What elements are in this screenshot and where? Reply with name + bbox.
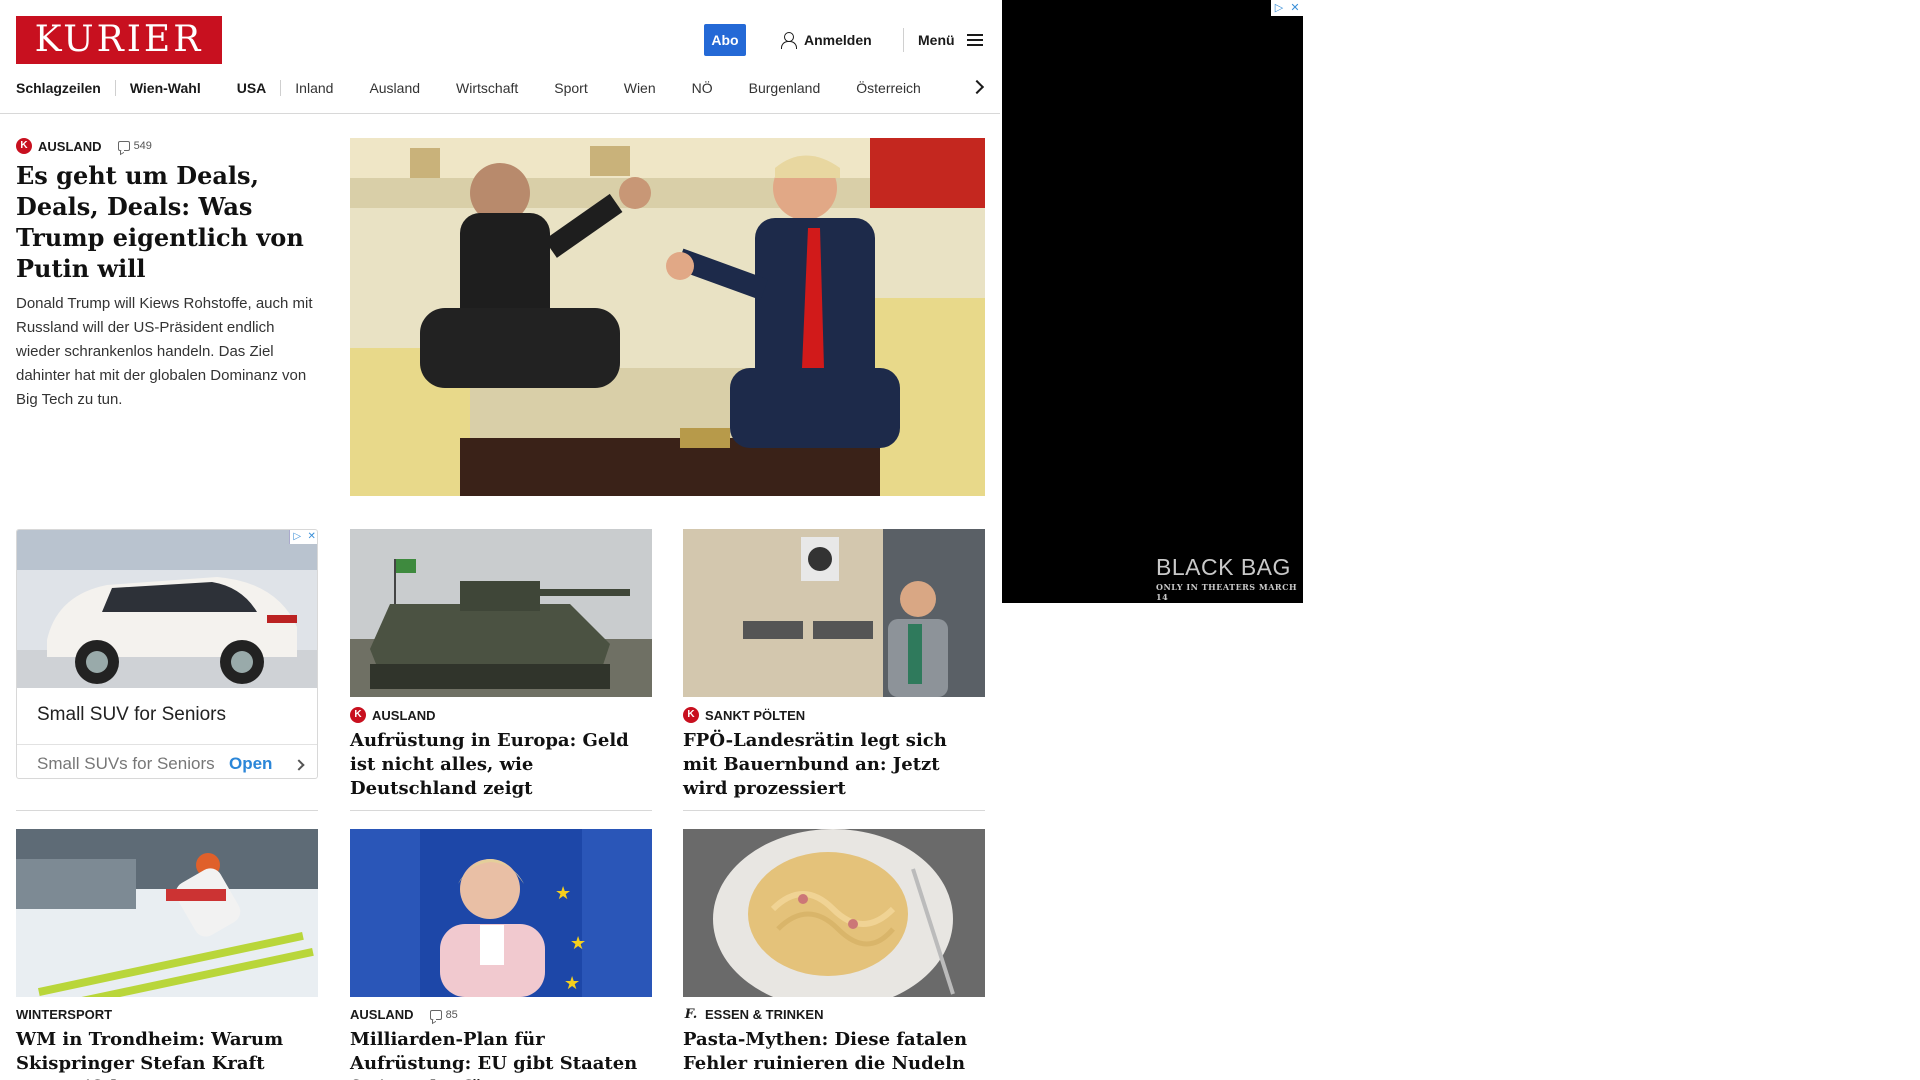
login-label: Anmelden (804, 32, 872, 48)
ad-open-button[interactable]: Open (229, 754, 272, 774)
row-divider (683, 810, 985, 811)
nav-item-inland[interactable]: Inland (295, 80, 333, 96)
nav-item-wien[interactable]: Wien (624, 80, 656, 96)
nav-item-wien-wahl[interactable]: Wien-Wahl (130, 80, 201, 96)
svg-text:★: ★ (564, 973, 580, 994)
card-headline[interactable]: Pasta-Mythen: Diese fatalen Fehler ruini… (683, 1028, 985, 1076)
row-divider (16, 810, 318, 811)
card-comment-count: 85 (445, 1008, 458, 1021)
svg-text:★: ★ (555, 883, 571, 904)
header-rule (0, 113, 1000, 114)
article-image-ski-jumper[interactable] (16, 829, 318, 997)
kurier-plus-icon: K (350, 707, 366, 723)
card-kicker: AUSLAND 85 (350, 1007, 652, 1022)
nav-divider (114, 80, 116, 96)
card-kicker: WINTERSPORT (16, 1007, 318, 1022)
skyscraper-ad[interactable]: ▷ ✕ BLACK BAG ONLY IN THEATERS MARCH 14 (1002, 0, 1303, 603)
article-image-pasta[interactable] (683, 829, 985, 997)
comment-icon (117, 141, 130, 151)
card-kicker: f. ESSEN & TRINKEN (683, 1007, 985, 1022)
card-kicker: K AUSLAND (350, 707, 652, 723)
card-headline[interactable]: FPÖ-Landesrätin legt sich mit Bauernbund… (683, 729, 985, 801)
ad-title[interactable]: Small SUV for Seniors (37, 704, 226, 726)
ad-subtitle: Small SUVs for Seniors (37, 754, 215, 773)
ad-divider (17, 744, 317, 745)
user-icon (780, 32, 797, 49)
nav-item-sport[interactable]: Sport (554, 80, 587, 96)
lead-headline[interactable]: Es geht um Deals, Deals, Deals: Was Trum… (16, 160, 316, 284)
abo-button[interactable]: Abo (704, 24, 746, 56)
article-image-von-der-leyen[interactable]: ★ ★ ★ (350, 829, 652, 997)
article-card[interactable]: K SANKT PÖLTEN FPÖ-Landesrätin legt sich… (683, 529, 985, 801)
kurier-plus-icon: K (683, 707, 699, 723)
card-section: SANKT PÖLTEN (705, 707, 806, 723)
article-card[interactable]: K AUSLAND Aufrüstung in Europa: Geld ist… (350, 529, 652, 801)
article-image-portrait[interactable] (683, 529, 985, 697)
ad-info-icon[interactable]: ▷ (290, 530, 305, 544)
row-divider (350, 810, 652, 811)
nav-divider (280, 80, 282, 96)
nav-item-oesterreich[interactable]: Österreich (856, 80, 921, 96)
hamburger-icon (966, 34, 983, 46)
ad-close-icon[interactable]: ✕ (305, 530, 318, 544)
header-divider (903, 28, 904, 52)
ad-suv-image[interactable]: ▷ ✕ (17, 530, 318, 688)
card-comments[interactable]: 85 (429, 1008, 458, 1021)
ad-info-icon[interactable]: ▷ (1271, 0, 1287, 16)
section-nav: Schlagzeilen Wien-Wahl USA Inland Auslan… (16, 70, 996, 106)
lead-story-text[interactable]: K AUSLAND 549 Es geht um Deals, Deals, D… (16, 138, 316, 412)
chevron-right-icon (293, 759, 305, 771)
ad-close-icon[interactable]: ✕ (1287, 0, 1303, 16)
nav-item-noe[interactable]: NÖ (692, 80, 713, 96)
sponsored-ad-card[interactable]: ▷ ✕ Small SUV for Seniors Small SUVs for… (16, 529, 318, 779)
kurier-logo[interactable]: KURIER (16, 16, 222, 64)
nav-item-burgenland[interactable]: Burgenland (749, 80, 821, 96)
kurier-plus-icon: K (16, 138, 32, 154)
freizeit-icon: f. (684, 1007, 698, 1022)
top-bar: KURIER Abo Anmelden Menü (0, 0, 1008, 70)
card-section: ESSEN & TRINKEN (705, 1007, 824, 1022)
lead-image[interactable] (350, 138, 985, 496)
article-card[interactable]: WINTERSPORT WM in Trondheim: Warum Skisp… (16, 829, 318, 1080)
login-button[interactable]: Anmelden (780, 28, 872, 52)
lead-comment-count: 549 (133, 140, 152, 152)
article-card[interactable]: ★ ★ ★ AUSLAND 85 Milliarden-Plan für Auf… (350, 829, 652, 1080)
card-section: WINTERSPORT (16, 1007, 113, 1022)
news-site: KURIER Abo Anmelden Menü Schlagzeilen Wi… (0, 0, 1008, 1080)
ad-choices[interactable]: ▷ ✕ (1271, 0, 1303, 16)
lead-kicker: K AUSLAND 549 (16, 138, 316, 154)
card-kicker: K SANKT PÖLTEN (683, 707, 985, 723)
menu-label: Menü (918, 32, 955, 48)
svg-text:★: ★ (570, 933, 586, 954)
nav-item-ausland[interactable]: Ausland (369, 80, 420, 96)
ad-choices[interactable]: ▷ ✕ (289, 530, 318, 544)
card-headline[interactable]: Aufrüstung in Europa: Geld ist nicht all… (350, 729, 652, 801)
lead-comments[interactable]: 549 (117, 140, 152, 152)
nav-item-schlagzeilen[interactable]: Schlagzeilen (16, 80, 101, 96)
card-headline[interactable]: WM in Trondheim: Warum Skispringer Stefa… (16, 1028, 318, 1080)
article-card[interactable]: f. ESSEN & TRINKEN Pasta-Mythen: Diese f… (683, 829, 985, 1076)
card-section: AUSLAND (350, 1007, 414, 1022)
ad-movie-title: BLACK BAG (1156, 554, 1291, 580)
article-image-tank[interactable] (350, 529, 652, 697)
comment-icon (429, 1009, 442, 1020)
nav-item-usa[interactable]: USA (237, 80, 267, 96)
nav-item-wirtschaft[interactable]: Wirtschaft (456, 80, 518, 96)
card-section: AUSLAND (372, 707, 436, 723)
lead-section: AUSLAND (38, 138, 102, 154)
lead-teaser: Donald Trump will Kiews Rohstoffe, auch … (16, 295, 313, 408)
menu-button[interactable]: Menü (918, 28, 983, 52)
card-headline[interactable]: Milliarden-Plan für Aufrüstung: EU gibt … (350, 1028, 652, 1080)
ad-movie-subtitle: ONLY IN THEATERS MARCH 14 (1156, 582, 1298, 602)
